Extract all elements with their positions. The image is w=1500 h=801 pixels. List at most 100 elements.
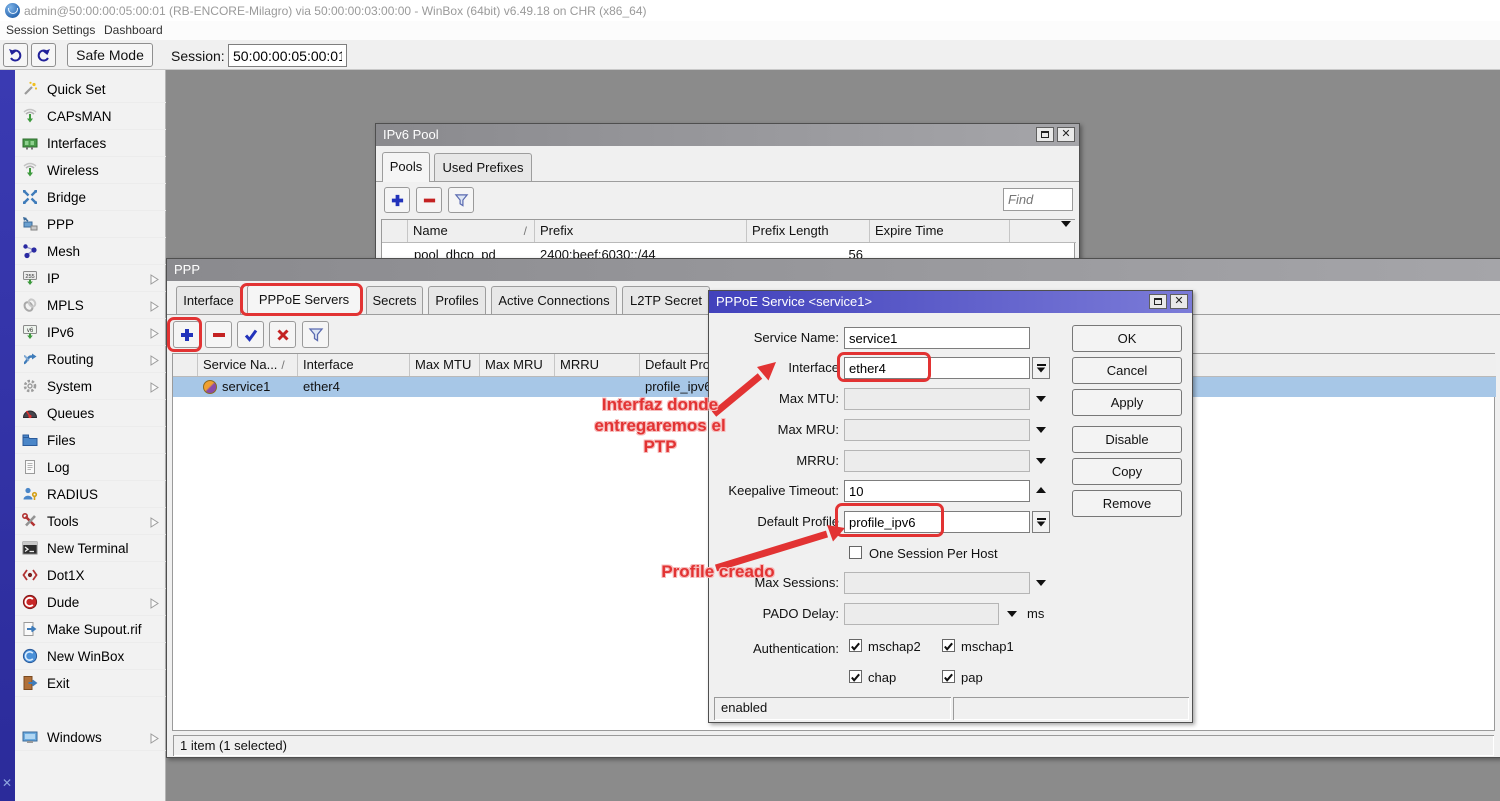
ppp-titlebar[interactable]: PPP [167, 259, 1500, 281]
sidebar-item-bridge[interactable]: Bridge [15, 184, 166, 211]
remove-service-button[interactable] [205, 321, 232, 348]
redo-button[interactable] [31, 43, 56, 67]
column-header-max-mtu[interactable]: Max MTU [410, 354, 480, 376]
apply-button[interactable]: Apply [1072, 389, 1182, 416]
sidebar-item-ip[interactable]: 255 IP [15, 265, 166, 292]
column-header-max-mru[interactable]: Max MRU [480, 354, 555, 376]
service-name-label: Service Name: [715, 327, 839, 345]
sidebar-item-new-terminal[interactable]: New Terminal [15, 535, 166, 562]
tab-l2tp-secrets[interactable]: L2TP Secret [622, 286, 710, 314]
tab-pools[interactable]: Pools [382, 152, 430, 182]
filter-button[interactable] [302, 321, 329, 348]
mrru-input[interactable] [844, 450, 1030, 472]
submenu-arrow-icon [150, 516, 159, 531]
restore-button[interactable] [1036, 127, 1054, 142]
sidebar-item-exit[interactable]: Exit [15, 670, 166, 697]
keepalive-timeout-input[interactable] [844, 480, 1030, 502]
max-mru-dropdown-icon[interactable] [1036, 427, 1046, 433]
restore-button[interactable] [1149, 294, 1167, 309]
find-input[interactable] [1003, 188, 1073, 211]
default-profile-dropdown-button[interactable] [1032, 511, 1050, 533]
menu-settings[interactable]: Settings [52, 23, 95, 37]
close-button[interactable]: ✕ [1170, 294, 1188, 309]
close-button[interactable]: ✕ [1057, 127, 1075, 142]
sidebar-item-quick-set[interactable]: Quick Set [15, 76, 166, 103]
column-header-prefix-length[interactable]: Prefix Length [747, 220, 870, 242]
disable-button[interactable]: Disable [1072, 426, 1182, 453]
filter-button[interactable] [448, 187, 474, 213]
chap-checkbox[interactable] [849, 670, 862, 683]
column-header-expire-time[interactable]: Expire Time [870, 220, 1010, 242]
column-header-extra[interactable] [1010, 220, 1076, 242]
pap-checkbox[interactable] [942, 670, 955, 683]
max-sessions-dropdown-icon[interactable] [1036, 580, 1046, 586]
column-header-blank[interactable] [382, 220, 408, 242]
interface-dropdown-button[interactable] [1032, 357, 1050, 379]
sidebar-item-dude[interactable]: Dude [15, 589, 166, 616]
copy-button[interactable]: Copy [1072, 458, 1182, 485]
menu-session[interactable]: Session [6, 23, 49, 37]
add-button[interactable] [384, 187, 410, 213]
column-header-name[interactable]: Name/ [408, 220, 535, 242]
sidebar-item-ppp[interactable]: PPP [15, 211, 166, 238]
sidebar-item-radius[interactable]: RADIUS [15, 481, 166, 508]
max-mtu-dropdown-icon[interactable] [1036, 396, 1046, 402]
sidebar-item-system[interactable]: System [15, 373, 166, 400]
remove-button[interactable]: Remove [1072, 490, 1182, 517]
pado-delay-dropdown-icon[interactable] [1007, 611, 1017, 617]
column-header-blank[interactable] [173, 354, 198, 376]
submenu-arrow-icon [150, 354, 159, 369]
sidebar-item-dot1x[interactable]: Dot1X [15, 562, 166, 589]
add-service-button[interactable] [173, 321, 200, 348]
column-header-interface[interactable]: Interface [298, 354, 410, 376]
column-header-prefix[interactable]: Prefix [535, 220, 747, 242]
tab-secrets[interactable]: Secrets [366, 286, 423, 314]
max-sessions-input[interactable] [844, 572, 1030, 594]
sidebar-item-routing[interactable]: Routing [15, 346, 166, 373]
pado-delay-input[interactable] [844, 603, 999, 625]
max-mru-input[interactable] [844, 419, 1030, 441]
column-menu-button[interactable] [1061, 227, 1071, 242]
undo-button[interactable] [3, 43, 28, 67]
one-session-checkbox[interactable] [849, 546, 862, 559]
column-header-mrru[interactable]: MRRU [555, 354, 640, 376]
ok-button[interactable]: OK [1072, 325, 1182, 352]
mschap1-checkbox[interactable] [942, 639, 955, 652]
sidebar-item-new-winbox[interactable]: New WinBox [15, 643, 166, 670]
sidebar-item-mesh[interactable]: Mesh [15, 238, 166, 265]
interface-input[interactable] [844, 357, 1030, 379]
disable-button[interactable] [269, 321, 296, 348]
enable-button[interactable] [237, 321, 264, 348]
sidebar-item-tools[interactable]: Tools [15, 508, 166, 535]
sidebar-item-wireless[interactable]: Wireless [15, 157, 166, 184]
max-mtu-input[interactable] [844, 388, 1030, 410]
column-header-service-name[interactable]: Service Na.../ [198, 354, 298, 376]
sidebar-item-ipv6[interactable]: v6 IPv6 [15, 319, 166, 346]
ipv6-pool-titlebar[interactable]: IPv6 Pool ✕ [376, 124, 1079, 146]
submenu-arrow-icon [150, 273, 159, 288]
sidebar-item-mpls[interactable]: MPLS [15, 292, 166, 319]
mrru-dropdown-icon[interactable] [1036, 458, 1046, 464]
menu-dashboard[interactable]: Dashboard [104, 23, 163, 37]
sidebar-item-files[interactable]: Files [15, 427, 166, 454]
remove-button[interactable] [416, 187, 442, 213]
sidebar-item-log[interactable]: Log [15, 454, 166, 481]
service-name-input[interactable] [844, 327, 1030, 349]
tab-used-prefixes[interactable]: Used Prefixes [434, 153, 532, 181]
safe-mode-button[interactable]: Safe Mode [67, 43, 153, 67]
sidebar-item-windows[interactable]: Windows [15, 724, 166, 751]
tab-profiles[interactable]: Profiles [428, 286, 486, 314]
sidebar-item-interfaces[interactable]: Interfaces [15, 130, 166, 157]
sidebar-item-make-supout[interactable]: Make Supout.rif [15, 616, 166, 643]
tab-pppoe-servers[interactable]: PPPoE Servers [247, 285, 361, 315]
tab-interface[interactable]: Interface [176, 286, 241, 314]
session-input[interactable] [228, 44, 347, 67]
sidebar-item-queues[interactable]: Queues [15, 400, 166, 427]
tab-active-connections[interactable]: Active Connections [491, 286, 617, 314]
default-profile-input[interactable] [844, 511, 1030, 533]
sidebar-item-capsman[interactable]: CAPsMAN [15, 103, 166, 130]
keepalive-up-icon[interactable] [1036, 487, 1046, 493]
dialog-titlebar[interactable]: PPPoE Service <service1> ✕ [709, 291, 1192, 313]
cancel-button[interactable]: Cancel [1072, 357, 1182, 384]
mschap2-checkbox[interactable] [849, 639, 862, 652]
